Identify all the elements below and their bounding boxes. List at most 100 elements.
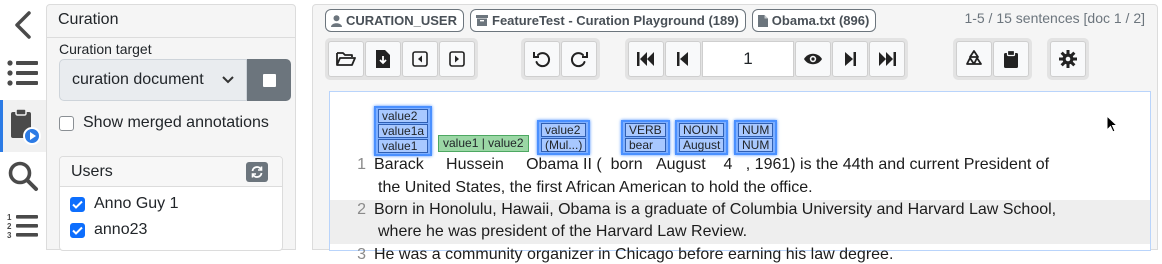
annotation-label[interactable]: NUM — [738, 123, 774, 137]
sentence-line[interactable]: where he was president of the Harvard La… — [378, 223, 747, 241]
users-card: Users Anno Guy 1 anno23 — [59, 156, 283, 251]
recycle-icon — [966, 50, 982, 65]
annotation-stack-born[interactable]: VERB bear — [621, 120, 670, 155]
user-checkbox[interactable] — [70, 196, 85, 212]
annotation-label[interactable]: (Mul...) — [541, 138, 587, 152]
sentence-line[interactable]: Born in Honolulu, Hawaii, Obama is a gra… — [374, 201, 1056, 219]
svg-text:1: 1 — [7, 213, 12, 222]
document-toolbar-group — [325, 38, 478, 80]
sidebar-title: Curation — [58, 11, 119, 28]
user-name: Anno Guy 1 — [94, 195, 179, 212]
token[interactable]: born — [611, 156, 643, 174]
curation-target-select[interactable]: curation document — [59, 59, 247, 101]
folder-open-icon — [336, 52, 356, 66]
sentence-line[interactable]: the United States, the first African Ame… — [378, 179, 813, 197]
stop-icon — [262, 73, 276, 87]
annotation-label[interactable]: NUM — [738, 138, 774, 152]
token[interactable]: 4 — [724, 156, 733, 174]
reset-document-button[interactable] — [956, 41, 992, 77]
mouse-cursor-icon — [1106, 115, 1118, 133]
curation-sidebar: Curation Curation target curation docume… — [46, 4, 296, 251]
annotation-label[interactable]: value2 — [378, 109, 429, 123]
project-badge[interactable]: FeatureTest - Curation Playground (189) — [470, 9, 746, 32]
annotation-stack-four[interactable]: NUM NUM — [734, 120, 778, 155]
last-page-button[interactable] — [869, 41, 905, 77]
user-row: Anno Guy 1 — [70, 194, 179, 214]
svg-text:3: 3 — [7, 231, 12, 240]
refresh-icon — [251, 166, 263, 178]
settings-button[interactable] — [1050, 41, 1086, 77]
collapse-sidebar-button[interactable] — [0, 2, 46, 48]
token[interactable]: , 1961) is the 44th and current Presiden… — [746, 156, 1049, 174]
user-row: anno23 — [70, 220, 147, 240]
sentence-number: 1 — [357, 156, 366, 173]
annotation-label[interactable]: August — [679, 138, 725, 152]
user-checkbox[interactable] — [70, 222, 85, 238]
chevron-left-icon — [15, 11, 31, 39]
checkmark-icon — [72, 200, 83, 209]
finish-document-button[interactable] — [993, 41, 1029, 77]
show-merged-checkbox[interactable] — [59, 115, 74, 131]
caret-left-square-icon — [412, 51, 428, 67]
annotation-label[interactable]: VERB — [625, 123, 666, 137]
page-number-input[interactable]: 1 — [702, 41, 794, 77]
export-document-button[interactable] — [365, 41, 401, 77]
user-icon — [331, 14, 342, 27]
token[interactable]: Hussein — [446, 156, 504, 174]
project-icon — [476, 15, 488, 26]
fast-backward-icon — [637, 52, 654, 66]
curation-target-select-group: curation document — [59, 59, 291, 101]
numbered-list-icon: 1 2 3 — [7, 213, 38, 240]
user-badge[interactable]: CURATION_USER — [325, 9, 464, 32]
previous-document-button[interactable] — [402, 41, 438, 77]
toggle-visibility-button[interactable] — [795, 41, 831, 77]
step-backward-icon — [677, 52, 688, 66]
sentence-number: 2 — [357, 201, 366, 218]
sentence-line[interactable]: He was a community organizer in Chicago … — [374, 246, 893, 264]
refresh-users-button[interactable] — [246, 162, 268, 182]
annotation-stack-barack[interactable]: value2 value1a value1 — [374, 106, 433, 156]
file-icon — [757, 14, 768, 27]
sidebar-tab-recommendations[interactable]: 1 2 3 — [0, 203, 46, 249]
annotation-hussein[interactable]: value1 | value2 — [438, 135, 529, 152]
annotation-label[interactable]: NOUN — [679, 123, 725, 137]
sentence-range-info: 1-5 / 15 sentences [doc 1 / 2] — [964, 10, 1145, 26]
next-document-button[interactable] — [439, 41, 475, 77]
annotation-label[interactable]: value1 — [378, 139, 429, 153]
annotation-stack-august[interactable]: NOUN August — [675, 120, 729, 155]
first-page-button[interactable] — [628, 41, 664, 77]
clipboard-play-icon — [10, 108, 41, 145]
next-page-button[interactable] — [832, 41, 868, 77]
token[interactable]: Obama — [526, 156, 578, 174]
open-document-button[interactable] — [328, 41, 364, 77]
token[interactable]: August — [656, 156, 706, 174]
checkmark-icon — [72, 226, 83, 235]
previous-page-button[interactable] — [665, 41, 701, 77]
show-merged-row: Show merged annotations — [59, 113, 269, 133]
token[interactable]: II ( — [583, 156, 602, 174]
sidebar-tab-search[interactable] — [0, 153, 46, 199]
stop-curation-button[interactable] — [247, 59, 291, 101]
annotation-label[interactable]: value1a — [378, 124, 429, 138]
sidebar-tab-annotations[interactable] — [0, 50, 46, 96]
svg-text:2: 2 — [7, 222, 12, 231]
document-badge[interactable]: Obama.txt (896) — [751, 9, 877, 32]
file-download-icon — [376, 50, 390, 68]
annotation-stack-obama[interactable]: value2 (Mul...) — [537, 120, 591, 155]
fast-forward-icon — [879, 52, 896, 66]
sentence-number: 3 — [357, 246, 366, 263]
redo-button[interactable] — [561, 41, 597, 77]
sentence-line: Barack Hussein Obama II ( born August 4 … — [374, 156, 1049, 174]
user-name: anno23 — [94, 221, 148, 238]
sidebar-tab-curation[interactable] — [0, 100, 46, 152]
user-badge-label: CURATION_USER — [346, 13, 457, 28]
annotation-label[interactable]: value2 — [541, 123, 587, 137]
annotation-editor: CURATION_USER FeatureTest - Curation Pla… — [312, 4, 1158, 263]
history-toolbar-group — [521, 38, 600, 80]
clipboard-icon — [1004, 50, 1018, 68]
show-merged-label: Show merged annotations — [83, 114, 269, 131]
users-header-label: Users — [71, 163, 113, 180]
undo-button[interactable] — [524, 41, 560, 77]
annotation-label[interactable]: bear — [625, 138, 666, 152]
token[interactable]: Barack — [374, 156, 424, 174]
